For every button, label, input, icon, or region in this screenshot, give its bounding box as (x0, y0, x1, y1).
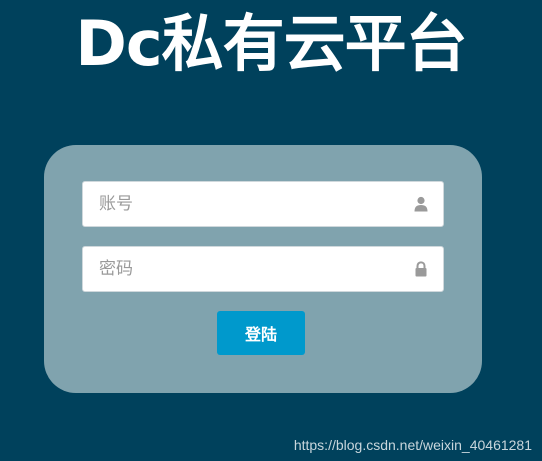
watermark: https://blog.csdn.net/weixin_40461281 (293, 437, 532, 453)
password-input[interactable] (83, 247, 403, 291)
account-field[interactable] (82, 181, 444, 227)
login-button[interactable]: 登陆 (217, 311, 305, 355)
lock-icon (415, 261, 427, 277)
user-icon (414, 196, 428, 212)
login-panel: 登陆 (44, 145, 482, 393)
page-title: Dc私有云平台 (75, 7, 467, 80)
password-field[interactable] (82, 246, 444, 292)
account-input[interactable] (83, 182, 403, 226)
